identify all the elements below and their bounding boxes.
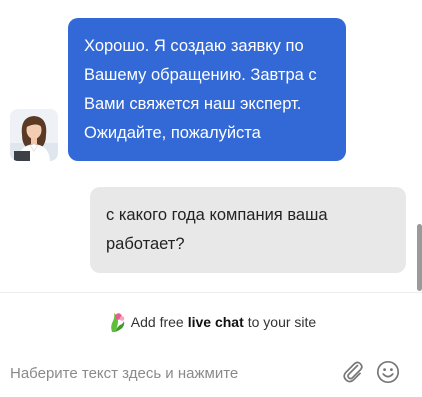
divider — [0, 292, 422, 293]
chat-brand-icon — [106, 311, 126, 333]
agent-avatar — [10, 109, 58, 161]
user-message-bubble: с какого года компания ваша работает? — [90, 187, 406, 273]
promo-prefix: Add free — [130, 314, 184, 330]
scrollbar-thumb[interactable] — [417, 224, 422, 291]
message-input[interactable] — [10, 362, 330, 384]
chat-messages-area[interactable]: Хорошо. Я создаю заявку по Вашему обраще… — [0, 0, 422, 292]
promo-highlight: live chat — [187, 314, 244, 330]
promo-suffix: to your site — [247, 314, 317, 330]
smiley-icon[interactable] — [376, 360, 400, 384]
message-composer — [0, 359, 422, 397]
promo-link[interactable]: Add free live chat to your site — [0, 310, 422, 334]
paperclip-icon[interactable] — [341, 359, 365, 385]
agent-message-bubble: Хорошо. Я создаю заявку по Вашему обраще… — [68, 18, 346, 161]
